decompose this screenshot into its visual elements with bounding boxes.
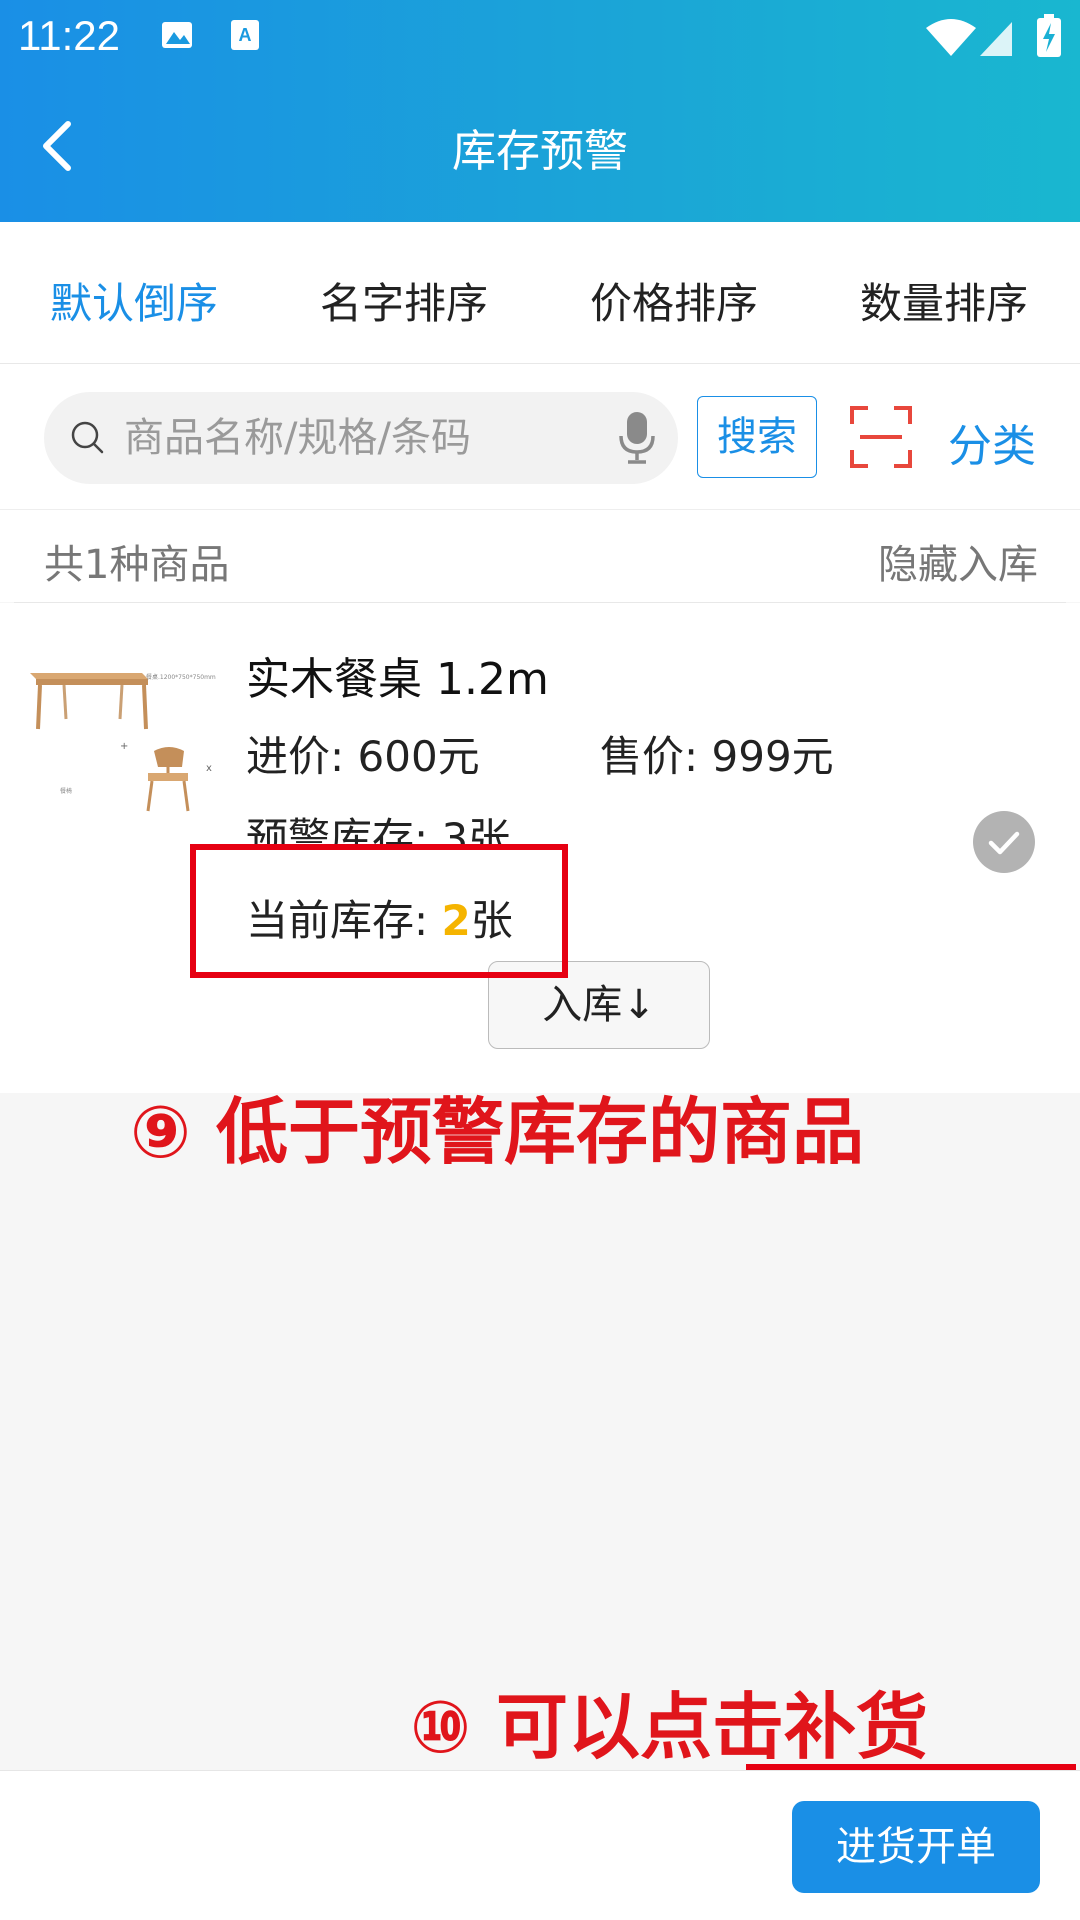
- keyboard-notification-icon: A: [231, 20, 259, 50]
- microphone-icon[interactable]: [616, 410, 658, 466]
- annotation-low-stock: ⑨ 低于预警库存的商品: [130, 1090, 865, 1174]
- sort-tabs: 默认倒序 名字排序 价格排序 数量排序: [0, 222, 1080, 364]
- svg-text:A: A: [239, 25, 252, 45]
- tab-sort-quantity[interactable]: 数量排序: [860, 270, 1028, 331]
- wifi-icon: [926, 19, 976, 56]
- purchase-order-button[interactable]: 进货开单: [792, 1801, 1040, 1893]
- search-box[interactable]: [44, 392, 678, 484]
- product-name: 实木餐桌 1.2m: [246, 654, 549, 705]
- search-bar: 搜索 分类: [0, 364, 1080, 510]
- warning-stock: 预警库存: 3张: [246, 814, 511, 847]
- category-button[interactable]: 分类: [948, 410, 1036, 474]
- product-image: 餐桌.1200*750*750mm + x 餐椅: [24, 643, 224, 833]
- signal-icon: [980, 22, 1012, 56]
- bottom-bar: 进货开单: [0, 1770, 1080, 1920]
- product-image-caption: 餐桌.1200*750*750mm: [146, 673, 216, 681]
- scan-icon[interactable]: [850, 406, 912, 468]
- purchase-price: 进价: 600元: [246, 732, 480, 781]
- svg-text:+: +: [120, 741, 128, 752]
- page-title: 库存预警: [452, 126, 628, 177]
- svg-text:x: x: [206, 763, 212, 774]
- sale-price: 售价: 999元: [600, 732, 834, 781]
- status-time: 11:22: [18, 12, 120, 59]
- tab-sort-name[interactable]: 名字排序: [320, 270, 488, 331]
- annotation-restock: ⑩ 可以点击补货: [410, 1685, 929, 1769]
- hide-stocked-toggle[interactable]: 隐藏入库: [878, 532, 1038, 590]
- app-bar: 11:22 A 库存预警: [0, 0, 1080, 222]
- search-input[interactable]: [124, 410, 594, 466]
- image-notification-icon: [162, 22, 192, 48]
- highlight-current-stock-box: [190, 844, 568, 978]
- svg-text:餐椅: 餐椅: [60, 787, 72, 795]
- product-count: 共1种商品: [44, 542, 230, 588]
- battery-icon: [1037, 14, 1061, 57]
- tab-sort-price[interactable]: 价格排序: [590, 270, 758, 331]
- search-button[interactable]: 搜索: [697, 396, 817, 478]
- list-header: 共1种商品 隐藏入库: [0, 510, 1080, 602]
- tab-default-desc[interactable]: 默认倒序: [50, 270, 218, 331]
- select-check-icon[interactable]: [973, 811, 1035, 873]
- search-icon: [71, 421, 104, 454]
